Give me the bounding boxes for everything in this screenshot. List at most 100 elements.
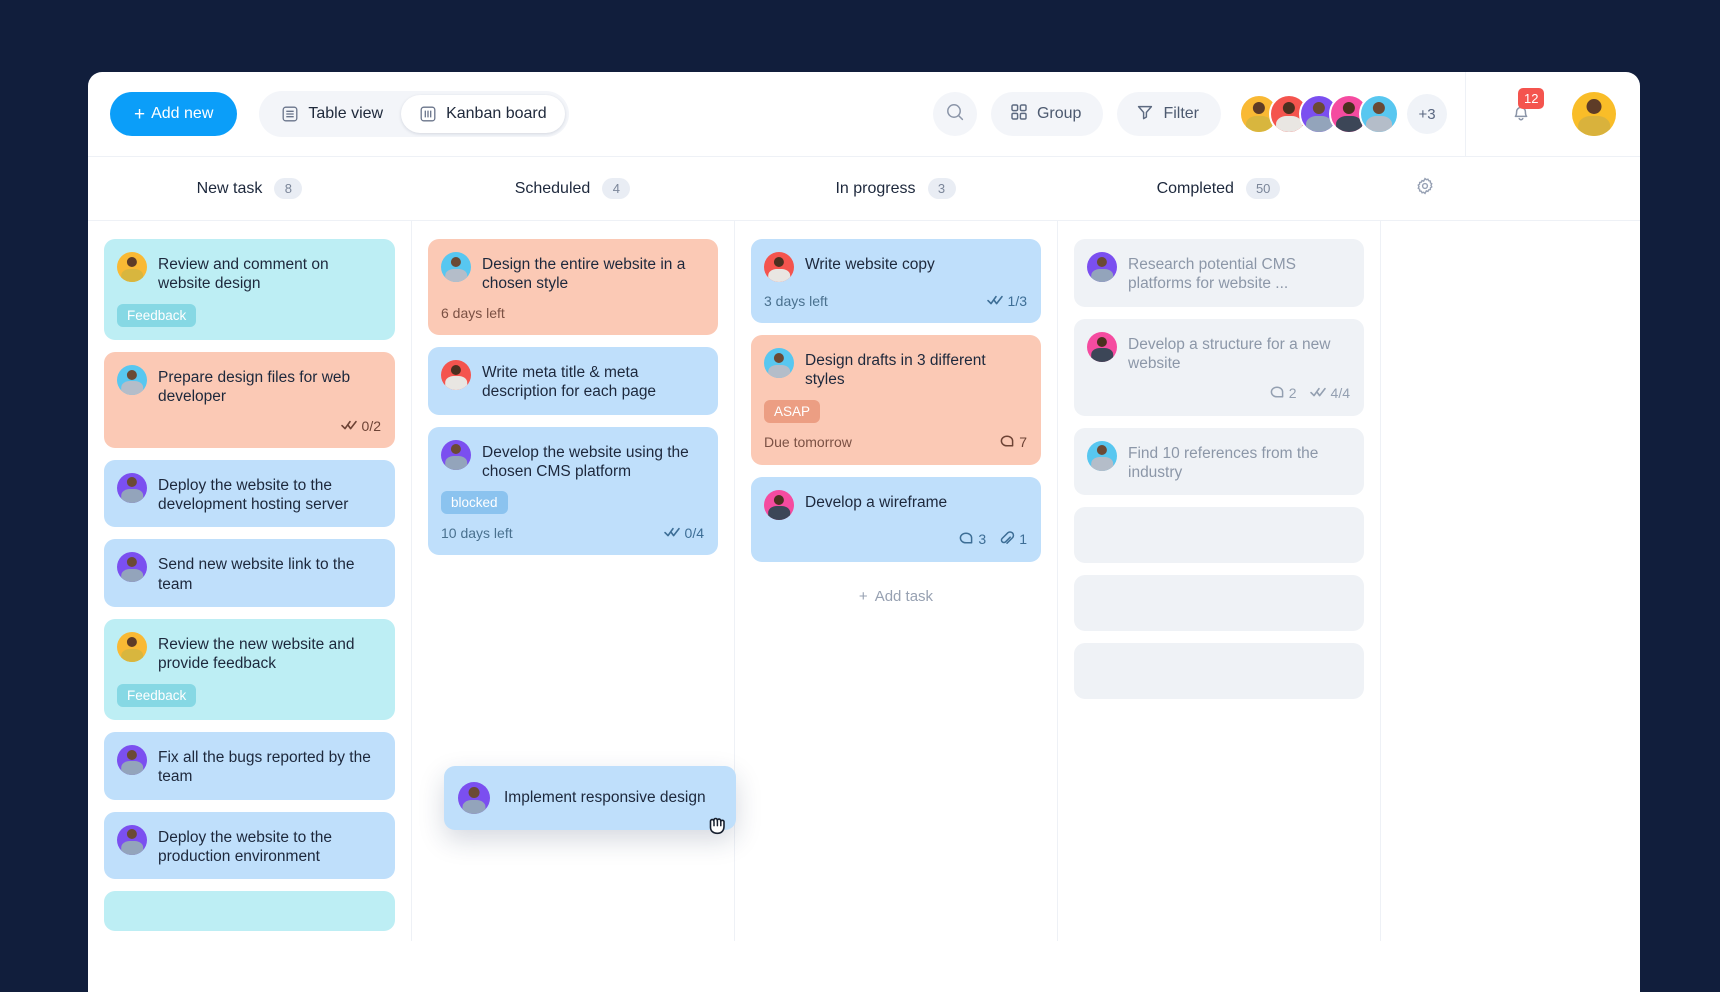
checklist-meta: 4/4 <box>1309 385 1350 401</box>
task-tag: Feedback <box>117 303 197 327</box>
task-card[interactable]: Deploy the website to the production env… <box>104 811 395 880</box>
task-card[interactable]: Send new website link to the team <box>104 539 395 607</box>
task-card[interactable]: Design drafts in 3 different styles ASAP… <box>751 335 1041 465</box>
group-button[interactable]: Group <box>990 92 1104 136</box>
avatar <box>117 744 147 775</box>
column-count: 50 <box>1245 178 1281 199</box>
dragging-task-card[interactable]: Implement responsive design <box>444 766 736 835</box>
double-check-icon <box>340 418 358 434</box>
task-due: Due tomorrow <box>764 434 852 451</box>
task-card[interactable]: Design the entire website in a chosen st… <box>428 239 718 335</box>
task-card[interactable]: Develop the website using the chosen CMS… <box>428 426 718 556</box>
task-card[interactable]: Fix all the bugs reported by the team <box>104 731 395 800</box>
filter-label: Filter <box>1163 105 1199 122</box>
comment-icon <box>958 530 974 549</box>
task-card[interactable]: Develop a structure for a new website 2 <box>1074 318 1364 416</box>
avatar <box>441 252 471 282</box>
column-count: 8 <box>274 178 303 199</box>
task-title: Develop a structure for a new website <box>1128 335 1331 373</box>
task-card[interactable]: Prepare design files for web developer 0… <box>104 351 395 448</box>
task-due: 3 days left <box>764 293 828 309</box>
task-title: Fix all the bugs reported by the team <box>158 748 371 786</box>
column-scheduled: Design the entire website in a chosen st… <box>411 221 734 941</box>
column-in-progress: Write website copy 3 days left 1/3 Desig… <box>734 221 1057 941</box>
column-count: 3 <box>927 178 956 199</box>
column-title: New task <box>196 179 263 197</box>
checklist-count: 1/3 <box>1007 293 1027 309</box>
task-card[interactable]: Find 10 references from the industry <box>1074 427 1364 496</box>
avatar <box>117 632 147 662</box>
checklist-count: 4/4 <box>1330 385 1350 401</box>
avatar <box>117 552 147 583</box>
task-title: Send new website link to the team <box>158 556 355 593</box>
comment-icon <box>1269 384 1285 403</box>
member-avatar-stack[interactable]: +3 <box>1239 94 1447 134</box>
task-title: Review and comment on website design <box>158 256 329 293</box>
column-header-in-progress[interactable]: In progress 3 <box>734 178 1057 199</box>
view-switcher: Table view Kanban board <box>259 91 569 137</box>
tab-table-view[interactable]: Table view <box>263 95 401 133</box>
double-check-icon <box>1309 385 1327 401</box>
tab-kanban-board[interactable]: Kanban board <box>401 95 565 133</box>
task-title: Implement responsive design <box>504 789 706 807</box>
filter-button[interactable]: Filter <box>1117 92 1221 136</box>
comments-meta: 7 <box>999 433 1027 452</box>
avatar <box>1087 440 1117 471</box>
avatar <box>441 359 471 390</box>
attachments-count: 1 <box>1019 531 1027 548</box>
table-icon <box>281 105 299 123</box>
paperclip-icon <box>999 530 1015 549</box>
column-title: In progress <box>835 179 916 197</box>
task-tag: blocked <box>441 491 508 515</box>
grabbing-hand-cursor <box>706 810 732 843</box>
notifications-button[interactable]: 12 <box>1498 88 1545 136</box>
task-card[interactable]: Review and comment on website design Fee… <box>104 239 395 340</box>
task-card[interactable] <box>104 891 395 932</box>
comment-icon <box>999 433 1015 452</box>
comments-count: 2 <box>1288 385 1297 401</box>
task-title: Deploy the website to the development ho… <box>158 476 349 513</box>
avatar[interactable] <box>1359 94 1399 134</box>
column-completed: Research potential CMS platforms for web… <box>1057 221 1380 941</box>
avatar <box>764 489 794 520</box>
column-header-completed[interactable]: Completed 50 <box>1057 178 1380 199</box>
column-empty-area <box>1380 221 1640 941</box>
tab-table-view-label: Table view <box>308 105 384 122</box>
plus-icon: + <box>858 587 868 605</box>
task-card[interactable]: Deploy the website to the development ho… <box>104 459 395 528</box>
gear-icon <box>1415 176 1435 201</box>
add-new-label: Add new <box>151 105 214 122</box>
task-tag: ASAP <box>764 399 821 423</box>
tab-kanban-board-label: Kanban board <box>446 105 547 122</box>
task-card[interactable]: Research potential CMS platforms for web… <box>1074 239 1364 307</box>
task-card[interactable]: Review the new website and provide feedb… <box>104 619 395 720</box>
column-header-new-task[interactable]: New task 8 <box>88 178 411 199</box>
user-avatar[interactable] <box>1572 92 1616 136</box>
avatar <box>764 348 794 378</box>
task-title: Design drafts in 3 different styles <box>805 352 986 389</box>
task-card[interactable]: Develop a wireframe 3 1 <box>751 476 1041 562</box>
column-new-task: Review and comment on website design Fee… <box>88 221 411 941</box>
column-title: Completed <box>1156 179 1234 197</box>
toolbar-right: Group Filter +3 12 <box>932 72 1640 157</box>
plus-icon: + <box>134 103 146 125</box>
column-header-scheduled[interactable]: Scheduled 4 <box>411 178 734 199</box>
board-settings-button[interactable] <box>1408 172 1442 206</box>
task-card[interactable]: Write website copy 3 days left 1/3 <box>751 239 1041 323</box>
add-new-button[interactable]: + Add new <box>110 92 238 136</box>
task-card[interactable]: Write meta title & meta description for … <box>428 346 718 415</box>
checklist-count: 0/4 <box>684 525 704 542</box>
add-task-button[interactable]: + Add task <box>751 574 1041 619</box>
avatar <box>1087 252 1117 282</box>
task-due: 6 days left <box>441 304 505 321</box>
avatar-overflow-count[interactable]: +3 <box>1407 94 1447 134</box>
placeholder-card <box>1074 507 1364 564</box>
checklist-meta: 0/4 <box>663 525 704 542</box>
attachments-meta: 1 <box>999 530 1027 549</box>
avatar <box>764 252 794 282</box>
task-due: 10 days left <box>441 525 513 542</box>
search-button[interactable] <box>932 92 977 136</box>
task-title: Write meta title & meta description for … <box>482 363 657 401</box>
avatar <box>117 472 147 503</box>
avatar <box>441 439 471 470</box>
